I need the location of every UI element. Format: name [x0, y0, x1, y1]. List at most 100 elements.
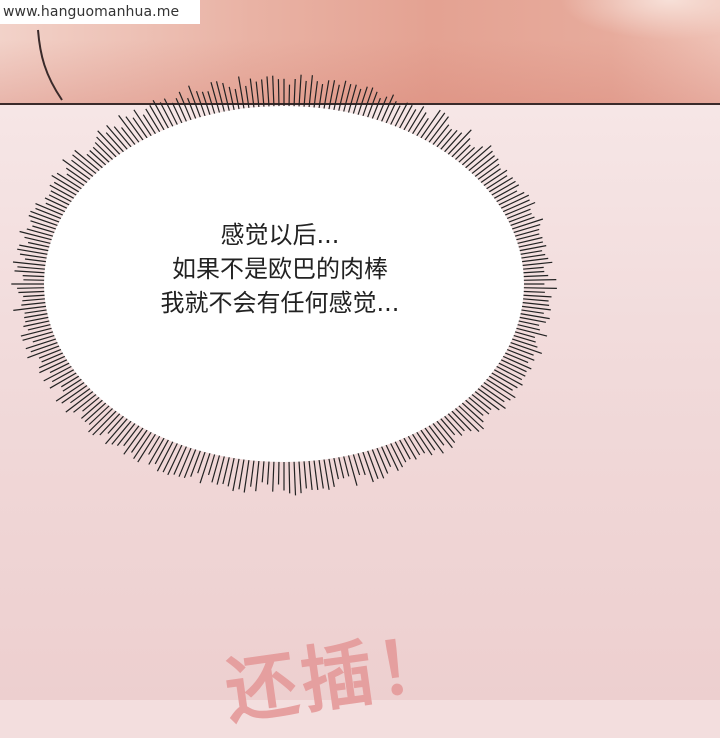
- burst-ray: [26, 228, 55, 238]
- burst-ray: [74, 149, 101, 173]
- burst-ray: [476, 387, 506, 409]
- burst-ray: [298, 74, 302, 109]
- burst-ray: [22, 298, 47, 302]
- burst-ray: [261, 459, 265, 483]
- burst-ray: [12, 261, 48, 267]
- burst-ray: [521, 298, 549, 302]
- watermark: www.hanguomanhua.me: [0, 0, 200, 24]
- burst-ray: [97, 130, 122, 157]
- burst-ray: [371, 447, 385, 479]
- burst-ray: [513, 228, 540, 238]
- burst-ray: [380, 444, 392, 468]
- burst-ray: [17, 266, 47, 270]
- burst-ray: [521, 287, 557, 289]
- burst-ray: [173, 444, 188, 475]
- burst-ray: [183, 447, 197, 479]
- speech-text: 感觉以后... 如果不是欧巴的肉棒 我就不会有任何感觉...: [110, 218, 450, 320]
- burst-ray: [18, 290, 47, 294]
- burst-ray: [13, 305, 48, 311]
- burst-ray: [88, 406, 115, 433]
- burst-ray: [17, 287, 47, 289]
- burst-ray: [361, 450, 374, 483]
- burst-ray: [384, 442, 399, 472]
- burst-ray: [520, 301, 550, 306]
- burst-ray: [510, 337, 538, 348]
- burst-ray: [398, 104, 413, 131]
- burst-ray: [398, 437, 411, 460]
- burst-ray: [51, 174, 81, 194]
- speech-burst: [11, 29, 557, 496]
- burst-ray: [62, 159, 92, 181]
- burst-ray: [484, 377, 516, 399]
- burst-ray: [393, 102, 409, 129]
- burst-ray: [506, 344, 534, 356]
- burst-ray: [23, 294, 47, 298]
- burst-ray: [24, 312, 50, 319]
- burst-ray: [250, 458, 255, 487]
- speech-line-1: 感觉以后...: [220, 221, 340, 249]
- burst-ray: [61, 383, 89, 404]
- burst-ray: [342, 454, 350, 477]
- burst-ray: [24, 258, 48, 263]
- burst-ray: [148, 434, 162, 455]
- burst-ray: [277, 459, 280, 485]
- burst-ray: [318, 84, 324, 110]
- burst-ray: [55, 380, 87, 402]
- burst-ray: [521, 279, 557, 281]
- burst-ray: [38, 348, 63, 359]
- burst-ray: [519, 253, 546, 259]
- burst-ray: [298, 459, 302, 494]
- burst-ray: [337, 455, 345, 479]
- burst-ray: [520, 305, 551, 311]
- burst-ray: [518, 250, 543, 256]
- burst-ray: [277, 79, 280, 109]
- burst-ray: [178, 91, 193, 123]
- burst-ray: [243, 458, 250, 493]
- burst-ray: [142, 114, 158, 136]
- burst-ray: [175, 98, 188, 124]
- burst-ray: [195, 91, 207, 118]
- burst-ray: [402, 109, 417, 132]
- hair-strand-line: [37, 29, 63, 101]
- burst-ray: [384, 101, 397, 126]
- burst-ray: [118, 115, 141, 145]
- burst-ray: [188, 85, 202, 120]
- burst-ray: [14, 270, 47, 274]
- burst-ray: [481, 380, 511, 401]
- burst-ray: [415, 117, 429, 138]
- burst-ray: [255, 81, 260, 110]
- burst-ray: [521, 274, 549, 278]
- burst-ray: [323, 80, 330, 111]
- burst-ray: [24, 309, 49, 314]
- speech-line-2: 如果不是欧巴的肉棒: [172, 255, 388, 283]
- burst-ray: [313, 458, 319, 490]
- burst-ray: [516, 320, 540, 326]
- burst-ray: [366, 448, 379, 480]
- burst-ray: [199, 451, 212, 484]
- burst-ray: [266, 76, 270, 109]
- burst-ray: [21, 301, 48, 306]
- burst-ray: [393, 439, 407, 463]
- burst-ray: [19, 253, 49, 259]
- burst-ray: [72, 154, 98, 176]
- burst-ray: [427, 116, 449, 145]
- burst-ray: [520, 257, 549, 263]
- burst-ray: [318, 458, 324, 489]
- burst-ray: [361, 87, 374, 118]
- burst-ray: [293, 459, 297, 496]
- burst-ray: [261, 79, 265, 109]
- burst-ray: [389, 105, 401, 127]
- burst-ray: [19, 230, 54, 241]
- burst-ray: [446, 129, 472, 157]
- burst-ray: [303, 459, 307, 489]
- burst-ray: [171, 102, 184, 126]
- burst-ray: [245, 85, 250, 110]
- burst-ray: [506, 212, 532, 224]
- speech-line-3: 我就不会有任何感觉...: [160, 289, 400, 317]
- burst-ray: [366, 91, 378, 120]
- burst-ray: [30, 220, 58, 231]
- burst-ray: [520, 261, 553, 267]
- burst-ray: [22, 330, 55, 341]
- burst-ray: [92, 409, 118, 436]
- burst-ray: [293, 78, 296, 109]
